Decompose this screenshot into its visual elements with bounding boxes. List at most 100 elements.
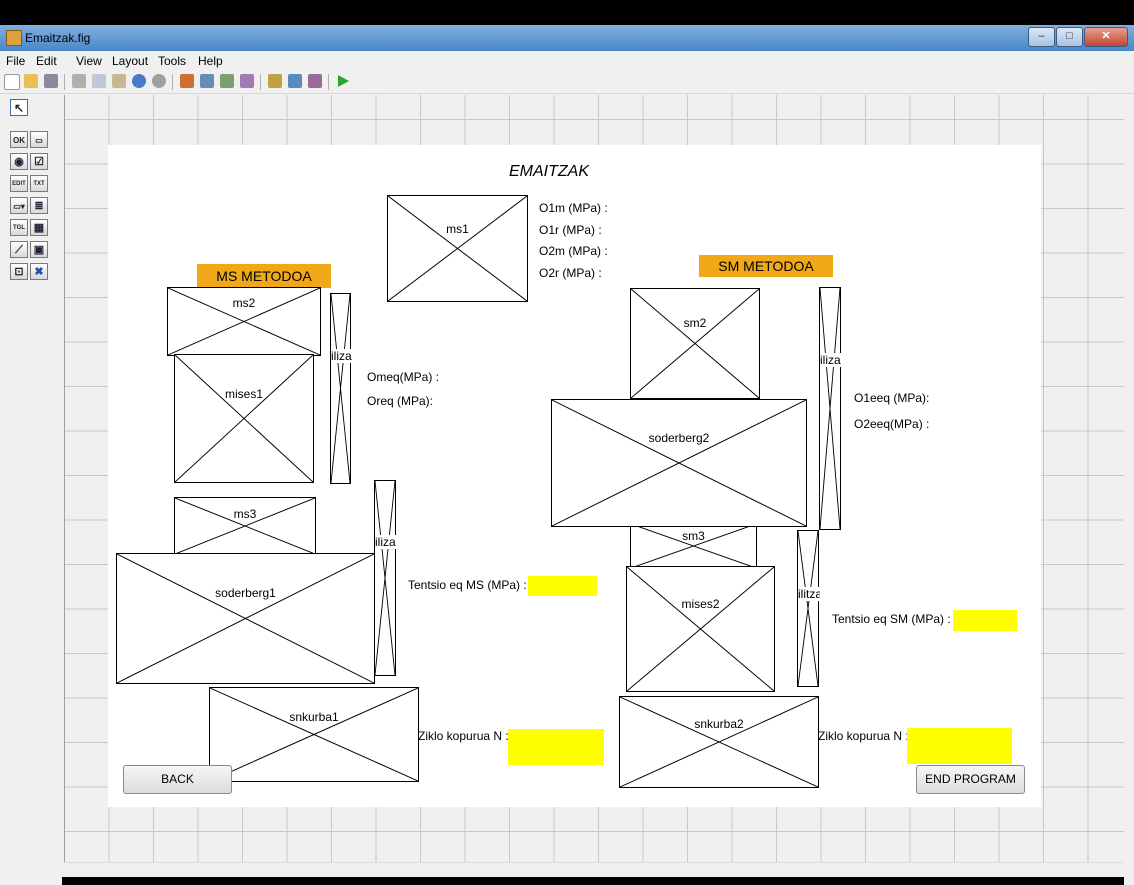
save-icon[interactable] bbox=[44, 74, 58, 88]
edit-text-tool[interactable]: EDIT bbox=[10, 175, 28, 192]
o2m-label: O2m (MPa) : bbox=[539, 244, 608, 258]
figure-canvas[interactable]: EMAITZAK MS METODOA SM METODOA O1m (MPa)… bbox=[108, 145, 1041, 807]
axes-sm2[interactable]: sm2 bbox=[630, 288, 760, 399]
property-inspector-icon[interactable] bbox=[288, 74, 302, 88]
run-icon[interactable] bbox=[336, 74, 350, 88]
toolbar-separator bbox=[64, 74, 65, 90]
table-tool[interactable]: ▦ bbox=[30, 219, 48, 236]
menu-edit[interactable]: Edit bbox=[36, 54, 57, 68]
editor-icon[interactable] bbox=[268, 74, 282, 88]
axes-side-sm-bottom[interactable]: ilitza bbox=[797, 530, 820, 687]
menu-editor-icon[interactable] bbox=[200, 74, 214, 88]
axes-soderberg2[interactable]: soderberg2 bbox=[551, 399, 807, 527]
open-icon[interactable] bbox=[24, 74, 38, 88]
axes-sm3-label: sm3 bbox=[682, 529, 705, 543]
menu-bar: File Edit View Layout Tools Help bbox=[0, 51, 1134, 71]
end-program-button[interactable]: END PROGRAM bbox=[916, 765, 1025, 794]
o1m-label: O1m (MPa) : bbox=[539, 201, 608, 215]
menu-view[interactable]: View bbox=[76, 54, 102, 68]
title-bar: Emaitzak.fig – □ ✕ bbox=[0, 25, 1134, 51]
buttongroup-tool[interactable]: ⊡ bbox=[10, 263, 28, 280]
axes-mises2[interactable]: mises2 bbox=[626, 566, 775, 692]
activex-tool[interactable]: ✖ bbox=[30, 263, 48, 280]
ziklo-ms-label: Ziklo kopurua N : bbox=[418, 729, 509, 743]
tentsio-ms-field[interactable] bbox=[528, 576, 597, 596]
select-tool[interactable]: ↖ bbox=[10, 99, 28, 116]
pushbutton-tool[interactable]: OK bbox=[10, 131, 28, 148]
axes-soderberg2-label: soderberg2 bbox=[648, 431, 710, 445]
radiobutton-tool[interactable]: ◉ bbox=[10, 153, 28, 170]
axes-side-ms-top[interactable]: iliza bbox=[330, 293, 352, 484]
checkbox-tool[interactable]: ☑ bbox=[30, 153, 48, 170]
menu-layout[interactable]: Layout bbox=[112, 54, 148, 68]
slider-tool[interactable]: ▭ bbox=[30, 131, 48, 148]
static-text-tool[interactable]: TXT bbox=[30, 175, 48, 192]
tentsio-sm-label: Tentsio eq SM (MPa) : bbox=[832, 612, 951, 626]
axes-side-ms-top-label: iliza bbox=[331, 349, 352, 363]
o1eeq-label: O1eeq (MPa): bbox=[854, 391, 930, 405]
redo-icon[interactable] bbox=[152, 74, 166, 88]
back-button[interactable]: BACK bbox=[123, 765, 232, 794]
undo-icon[interactable] bbox=[132, 74, 146, 88]
paste-icon[interactable] bbox=[112, 74, 126, 88]
minimize-button[interactable]: – bbox=[1028, 27, 1055, 47]
axes-side-sm-bottom-label: ilitza bbox=[798, 587, 820, 601]
popup-menu-tool[interactable]: ▭▾ bbox=[10, 197, 28, 214]
tab-order-icon[interactable] bbox=[220, 74, 234, 88]
align-icon[interactable] bbox=[180, 74, 194, 88]
page-title: EMAITZAK bbox=[509, 163, 590, 180]
axes-ms1-label: ms1 bbox=[446, 222, 469, 236]
axes-mises1[interactable]: mises1 bbox=[174, 354, 314, 483]
ms-heading: MS METODOA bbox=[197, 264, 331, 288]
axes-side-ms-bottom-label: iliza bbox=[375, 535, 397, 549]
horizontal-scrollbar[interactable] bbox=[64, 862, 1124, 877]
toggle-tool[interactable]: TGL bbox=[10, 219, 28, 236]
toolbar-editor-icon[interactable] bbox=[240, 74, 254, 88]
axes-snkurba1-label: snkurba1 bbox=[289, 710, 339, 724]
axes-mises1-label: mises1 bbox=[224, 387, 263, 401]
axes-side-sm-top[interactable]: iliza bbox=[819, 287, 842, 530]
copy-icon[interactable] bbox=[92, 74, 106, 88]
new-icon[interactable] bbox=[4, 74, 20, 90]
menu-tools[interactable]: Tools bbox=[158, 54, 186, 68]
figure-file-icon bbox=[6, 30, 22, 46]
sm-heading: SM METODOA bbox=[699, 255, 833, 277]
oreq-label: Oreq (MPa): bbox=[367, 394, 434, 408]
axes-sm3[interactable]: sm3 bbox=[630, 523, 757, 569]
axes-side-sm-top-label: iliza bbox=[820, 353, 842, 367]
axes-ms3-label: ms3 bbox=[233, 507, 257, 521]
object-browser-icon[interactable] bbox=[308, 74, 322, 88]
cut-icon[interactable] bbox=[72, 74, 86, 88]
toolbar-separator bbox=[172, 74, 173, 90]
ziklo-sm-label: Ziklo kopurua N : bbox=[818, 729, 909, 743]
axes-snkurba2[interactable]: snkurba2 bbox=[619, 696, 819, 788]
axes-sm2-label: sm2 bbox=[683, 316, 707, 330]
axes-ms3[interactable]: ms3 bbox=[174, 497, 316, 555]
axes-mises2-label: mises2 bbox=[681, 597, 720, 611]
menu-help[interactable]: Help bbox=[198, 54, 223, 68]
axes-ms1[interactable]: ms1 bbox=[387, 195, 528, 302]
axes-soderberg1-label: soderberg1 bbox=[215, 586, 276, 600]
tentsio-sm-field[interactable] bbox=[953, 610, 1017, 631]
component-palette: ↖ OK ▭ ◉ ☑ EDIT TXT ▭▾ ≣ TGL ▦ ⟋ ▣ ⊡ ✖ bbox=[0, 95, 62, 885]
toolbar bbox=[0, 71, 1134, 94]
vertical-scrollbar[interactable] bbox=[1124, 95, 1134, 885]
axes-tool[interactable]: ⟋ bbox=[10, 241, 28, 258]
o1r-label: O1r (MPa) : bbox=[539, 223, 602, 237]
listbox-tool[interactable]: ≣ bbox=[30, 197, 48, 214]
o2r-label: O2r (MPa) : bbox=[539, 266, 602, 280]
window-title: Emaitzak.fig bbox=[25, 31, 91, 45]
ziklo-sm-field[interactable] bbox=[907, 728, 1012, 764]
axes-side-ms-bottom[interactable]: iliza bbox=[374, 480, 397, 676]
ziklo-ms-field[interactable] bbox=[508, 729, 604, 765]
axes-ms2-label: ms2 bbox=[232, 296, 256, 310]
panel-tool[interactable]: ▣ bbox=[30, 241, 48, 258]
maximize-button[interactable]: □ bbox=[1056, 27, 1083, 47]
menu-file[interactable]: File bbox=[6, 54, 25, 68]
axes-ms2[interactable]: ms2 bbox=[167, 287, 321, 356]
tentsio-ms-label: Tentsio eq MS (MPa) : bbox=[408, 578, 527, 592]
axes-snkurba1[interactable]: snkurba1 bbox=[209, 687, 419, 782]
axes-soderberg1[interactable]: soderberg1 bbox=[116, 553, 375, 684]
close-button[interactable]: ✕ bbox=[1084, 27, 1128, 47]
omeq-label: Omeq(MPa) : bbox=[367, 370, 440, 384]
